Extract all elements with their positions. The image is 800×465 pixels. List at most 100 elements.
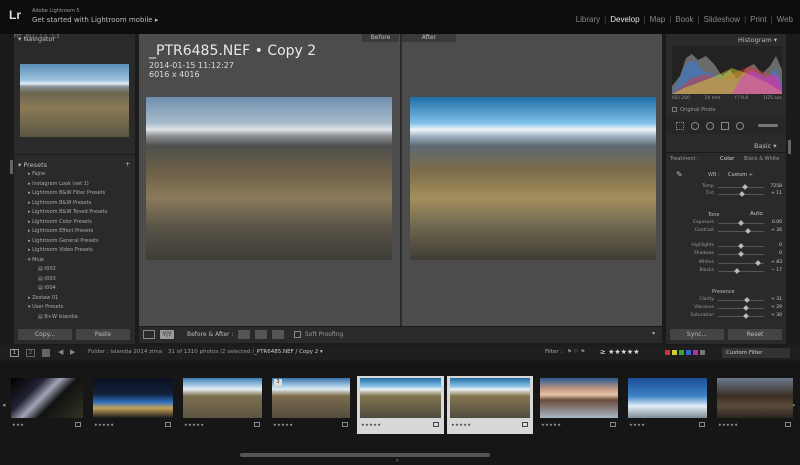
develop-badge-icon[interactable]	[165, 422, 171, 427]
copy-button[interactable]: Copy...	[18, 329, 72, 340]
back-icon[interactable]: ◀	[58, 348, 63, 356]
presets-title[interactable]: ▾ Presets	[18, 161, 47, 169]
white-balance-picker-icon[interactable]: ✎	[676, 170, 683, 179]
module-library[interactable]: Library	[575, 15, 601, 24]
develop-badge-icon[interactable]	[433, 422, 439, 427]
develop-badge-icon[interactable]	[785, 422, 791, 427]
slider-knob[interactable]	[741, 184, 748, 190]
slider-value[interactable]: + 31	[766, 297, 782, 302]
bottom-panel-toggle-icon[interactable]: ▾	[396, 458, 399, 464]
histogram-title[interactable]: Histogram ▾	[738, 36, 777, 44]
module-develop[interactable]: Develop	[609, 15, 640, 24]
preset-item[interactable]: ▤ t004	[38, 285, 56, 291]
crop-overlay-icon[interactable]	[676, 122, 684, 130]
rating-filter[interactable]: ≥ ★★★★★	[600, 348, 639, 356]
after-photo[interactable]	[410, 97, 656, 260]
reset-button[interactable]: Reset	[728, 329, 782, 340]
right-panel-scrollbar[interactable]	[788, 140, 791, 154]
slider-value[interactable]: + 83	[766, 260, 782, 265]
second-window-icon[interactable]: 2	[26, 349, 35, 357]
folder-path[interactable]: Folder : Islandia 2014 zima	[88, 349, 162, 355]
grid-view-icon[interactable]	[42, 349, 50, 357]
preset-folder[interactable]: ▸ Lightroom B&W Toned Presets	[28, 209, 107, 215]
toolbar-menu-icon[interactable]: ▾	[652, 330, 655, 337]
navigator-title[interactable]: ▾ Navigator	[18, 35, 55, 43]
original-photo-checkbox[interactable]	[672, 107, 677, 112]
color-label-filter[interactable]	[665, 350, 705, 355]
slider-knob[interactable]	[743, 297, 750, 303]
preset-folder[interactable]: ▸ Lightroom B&W Presets	[28, 200, 91, 206]
main-window-icon[interactable]: 1	[10, 349, 19, 357]
radial-filter-icon[interactable]	[736, 122, 744, 130]
filmstrip-thumbnail[interactable]: ★★★★★	[714, 376, 796, 434]
preset-folder[interactable]: ▸ Lightroom General Presets	[28, 238, 99, 244]
slider-knob[interactable]	[738, 251, 744, 257]
slider-track[interactable]	[718, 316, 764, 317]
module-book[interactable]: Book	[674, 15, 694, 24]
develop-badge-icon[interactable]	[75, 422, 81, 427]
preset-item[interactable]: ▤ t003	[38, 276, 56, 282]
preset-folder[interactable]: ▸ Lightroom Video Presets	[28, 247, 93, 253]
copy-before-to-after-icon[interactable]	[238, 330, 250, 339]
preset-folder[interactable]: ▸ Lightroom Color Presets	[28, 219, 92, 225]
custom-filter-select[interactable]: Custom Filter	[722, 348, 790, 358]
preset-folder[interactable]: ▸ Instagram Look (set 1)	[28, 181, 89, 187]
filmstrip-scrollbar[interactable]	[240, 453, 490, 457]
slider-value[interactable]: 0.00	[766, 220, 782, 225]
preset-item[interactable]: ▤ t002	[38, 266, 56, 272]
before-after-view-icon[interactable]: Y|Y	[160, 330, 174, 339]
wb-select[interactable]: Custom ÷	[728, 172, 753, 178]
treatment-color[interactable]: Color	[720, 156, 734, 162]
preset-item[interactable]: ▤ B+W Islandia	[38, 314, 78, 320]
slider-value[interactable]: + 30	[766, 313, 782, 318]
filmstrip-thumbnail[interactable]: ★★★	[8, 376, 86, 434]
forward-icon[interactable]: ▶	[70, 348, 75, 356]
develop-badge-icon[interactable]	[699, 422, 705, 427]
slider-value[interactable]: 0	[766, 251, 782, 256]
preset-folder[interactable]: ▸ Zestaw 01	[28, 295, 58, 301]
slider-knob[interactable]	[743, 313, 749, 319]
sync-button[interactable]: Sync...	[670, 329, 724, 340]
filmstrip-thumbnail[interactable]: ★★★★★	[537, 376, 621, 434]
paste-button[interactable]: Paste	[76, 329, 130, 340]
copy-after-to-before-icon[interactable]	[255, 330, 267, 339]
basic-title[interactable]: Basic ▾	[754, 142, 777, 150]
current-file-select[interactable]: _PTR6485.NEF / Copy 2 ▾	[254, 349, 323, 355]
preset-folder-open[interactable]: ▾ Moje	[28, 257, 44, 263]
slider-track[interactable]	[718, 231, 764, 232]
slider-track[interactable]	[718, 308, 764, 309]
slider-value[interactable]: + 36	[766, 228, 782, 233]
slider-knob[interactable]	[745, 228, 752, 234]
preset-folder[interactable]: ▸ Fajne	[28, 171, 45, 177]
navigator-preview[interactable]	[20, 64, 129, 137]
slider-knob[interactable]	[738, 220, 744, 226]
develop-badge-icon[interactable]	[254, 422, 260, 427]
preset-folder[interactable]: ▸ Lightroom B&W Filter Presets	[28, 190, 105, 196]
filmstrip-thumbnail[interactable]: ★★★★★	[447, 376, 533, 434]
slider-knob[interactable]	[742, 305, 749, 311]
slider-track[interactable]	[718, 187, 764, 188]
filmstrip-thumbnail[interactable]: ★★★★	[625, 376, 710, 434]
red-eye-icon[interactable]	[706, 122, 714, 130]
loupe-view-icon[interactable]	[143, 330, 155, 339]
graduated-filter-icon[interactable]	[721, 122, 729, 130]
module-map[interactable]: Map	[649, 15, 667, 24]
develop-badge-icon[interactable]	[522, 422, 528, 427]
develop-badge-icon[interactable]	[342, 422, 348, 427]
slider-track[interactable]	[718, 271, 764, 272]
module-web[interactable]: Web	[776, 15, 794, 24]
add-preset-icon[interactable]: +	[125, 160, 130, 168]
slider-knob[interactable]	[738, 243, 744, 249]
preset-folder-open[interactable]: ▾ User Presets	[28, 304, 63, 310]
slider-value[interactable]: + 29	[766, 305, 782, 310]
left-panel-toggle-icon[interactable]	[10, 160, 13, 174]
adjustment-brush-icon[interactable]	[758, 124, 778, 127]
filmstrip-thumbnail[interactable]: ★★★★★	[357, 376, 444, 434]
preset-folder[interactable]: ▸ Lightroom Effect Presets	[28, 228, 93, 234]
mobile-promo-link[interactable]: Get started with Lightroom mobile ▸	[32, 16, 158, 24]
spot-removal-icon[interactable]	[691, 122, 699, 130]
filmstrip-left-arrow[interactable]: ◂	[2, 401, 6, 409]
develop-badge-icon[interactable]	[610, 422, 616, 427]
module-print[interactable]: Print	[749, 15, 767, 24]
treatment-bw[interactable]: Black & White	[744, 156, 779, 162]
